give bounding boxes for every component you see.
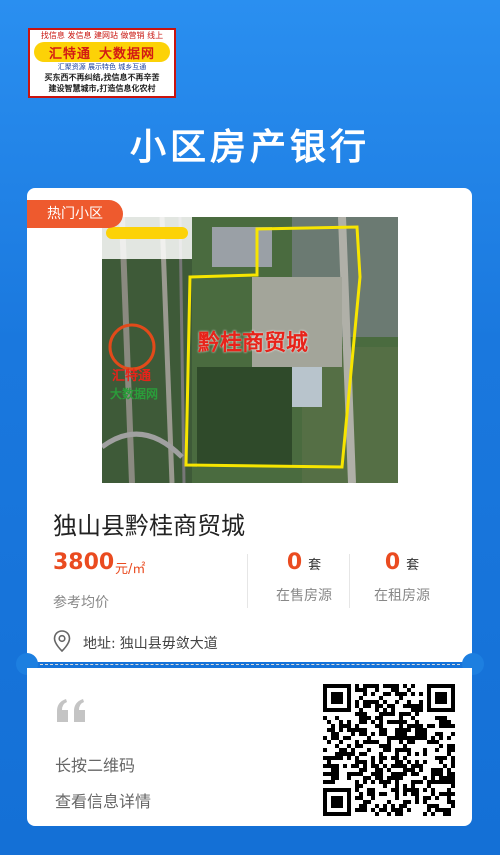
stats-divider: [247, 554, 248, 608]
for-rent-unit: 套: [406, 558, 420, 573]
logo-slogan-2: 建设智慧城市,打造信息化农村: [48, 84, 156, 93]
quote-icon: [55, 698, 89, 728]
for-sale-count: 0: [286, 550, 303, 575]
property-aerial-photo[interactable]: 黔桂商贸城 汇特通 大数据网: [102, 217, 398, 483]
card-separator: [40, 664, 460, 665]
photo-watermark-brand: 汇特通: [112, 369, 152, 384]
for-sale-stat[interactable]: 0套 在售房源: [254, 550, 354, 605]
address-value: 独山县毋敛大道: [119, 636, 218, 652]
property-name: 独山县黔桂商贸城: [53, 512, 245, 540]
photo-overlay-label: 黔桂商贸城: [198, 331, 309, 356]
qr-code[interactable]: [323, 684, 455, 816]
for-rent-stat[interactable]: 0套 在租房源: [352, 550, 452, 605]
for-sale-unit: 套: [308, 558, 322, 573]
logo-brand-right: 大数据网: [99, 46, 156, 62]
for-rent-label: 在租房源: [374, 588, 430, 604]
stats-divider: [349, 554, 350, 608]
for-sale-label: 在售房源: [276, 588, 332, 604]
for-rent-count: 0: [384, 550, 401, 575]
photo-watermark-sub: 大数据网: [110, 387, 159, 401]
logo-brand-left: 汇特通: [48, 46, 91, 62]
hot-community-tag: 热门小区: [27, 200, 123, 228]
qr-hint-line-2: 查看信息详情: [55, 792, 152, 811]
address-row[interactable]: 地址: 独山县毋敛大道: [53, 630, 218, 656]
logo-slogan-1: 买东西不再纠结,找信息不再辛苦: [44, 73, 160, 82]
price-label: 参考均价: [53, 595, 109, 611]
qr-card: 长按二维码 查看信息详情: [27, 668, 472, 826]
price-value: 3800: [53, 550, 115, 575]
brand-logo[interactable]: 找信息 发信息 建网站 做营销 线上 汇特通 大数据网 汇聚资源 展示特色 城乡…: [28, 28, 176, 98]
logo-top-line: 找信息 发信息 建网站 做营销 线上: [30, 30, 174, 42]
page-title: 小区房产银行: [129, 127, 370, 168]
location-pin-icon: [53, 630, 71, 656]
address-label: 地址:: [83, 636, 116, 652]
property-card[interactable]: 黔桂商贸城 汇特通 大数据网 热门小区 独山县黔桂商贸城 3800 元/㎡ 参考…: [27, 188, 472, 662]
qr-hint-line-1: 长按二维码: [55, 756, 136, 775]
logo-sub-line: 汇聚资源 展示特色 城乡互通: [57, 63, 147, 71]
price-unit: 元/㎡: [115, 562, 146, 577]
logo-brand-bar: 汇特通 大数据网: [34, 42, 170, 62]
property-stats: 3800 元/㎡ 参考均价 0套 在售房源 0套 在租房源: [27, 550, 472, 611]
